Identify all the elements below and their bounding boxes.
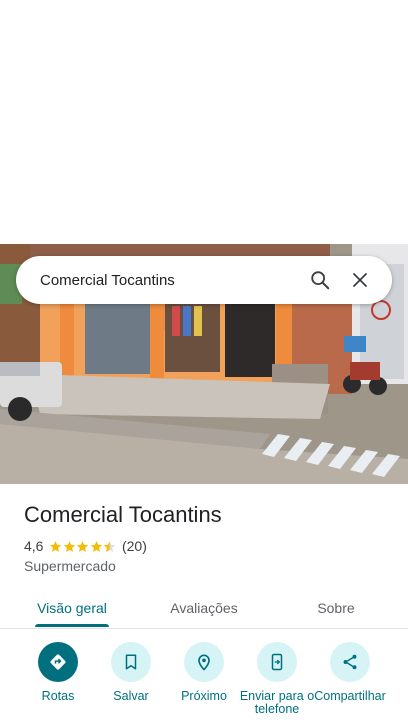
star-icon xyxy=(90,540,103,552)
place-category[interactable]: Supermercado xyxy=(24,558,116,574)
tab-bar: Visão geral Avaliações Sobre xyxy=(0,588,408,629)
blank-area xyxy=(0,0,408,244)
nearby-circle[interactable] xyxy=(184,642,224,682)
star-icon xyxy=(63,540,76,552)
directions-circle[interactable] xyxy=(38,642,78,682)
share-label: Compartilhar xyxy=(314,689,386,703)
search-button[interactable] xyxy=(300,260,340,300)
place-title: Comercial Tocantins xyxy=(24,502,222,527)
directions-icon xyxy=(50,654,66,670)
directions-button[interactable]: Rotas xyxy=(18,642,98,703)
rating-row[interactable]: 4,6 (20) xyxy=(24,537,147,555)
tab-reviews[interactable]: Avaliações xyxy=(152,588,256,628)
tab-about[interactable]: Sobre xyxy=(284,588,388,628)
nearby-icon xyxy=(198,654,210,671)
send-to-phone-label: Enviar para o telefone xyxy=(239,689,315,716)
star-rating xyxy=(49,540,117,553)
send-to-phone-circle[interactable] xyxy=(257,642,297,682)
rating-value: 4,6 xyxy=(24,538,44,554)
directions-label: Rotas xyxy=(41,689,75,703)
search-icon xyxy=(311,271,330,290)
nearby-button[interactable]: Próximo xyxy=(164,642,244,703)
share-button[interactable]: Compartilhar xyxy=(310,642,390,703)
save-button[interactable]: Salvar xyxy=(91,642,171,703)
save-label: Salvar xyxy=(113,689,149,703)
search-input[interactable]: Comercial Tocantins xyxy=(16,272,300,289)
star-half-icon xyxy=(104,540,116,552)
clear-search-button[interactable] xyxy=(340,260,380,300)
share-circle[interactable] xyxy=(330,642,370,682)
send-to-phone-button[interactable]: Enviar para o telefone xyxy=(237,642,317,716)
tab-overview[interactable]: Visão geral xyxy=(20,588,124,628)
review-count: (20) xyxy=(121,538,147,554)
bookmark-icon xyxy=(125,654,137,670)
active-tab-indicator xyxy=(35,624,109,627)
search-bar[interactable]: Comercial Tocantins xyxy=(16,256,392,304)
action-buttons: Rotas Salvar Próximo Enviar para o telef… xyxy=(0,642,408,728)
close-icon xyxy=(353,273,367,287)
star-icon xyxy=(77,540,89,552)
share-icon xyxy=(343,654,357,670)
star-icon xyxy=(50,540,62,552)
send-to-phone-icon xyxy=(271,653,283,671)
save-circle[interactable] xyxy=(111,642,151,682)
nearby-label: Próximo xyxy=(181,689,227,703)
